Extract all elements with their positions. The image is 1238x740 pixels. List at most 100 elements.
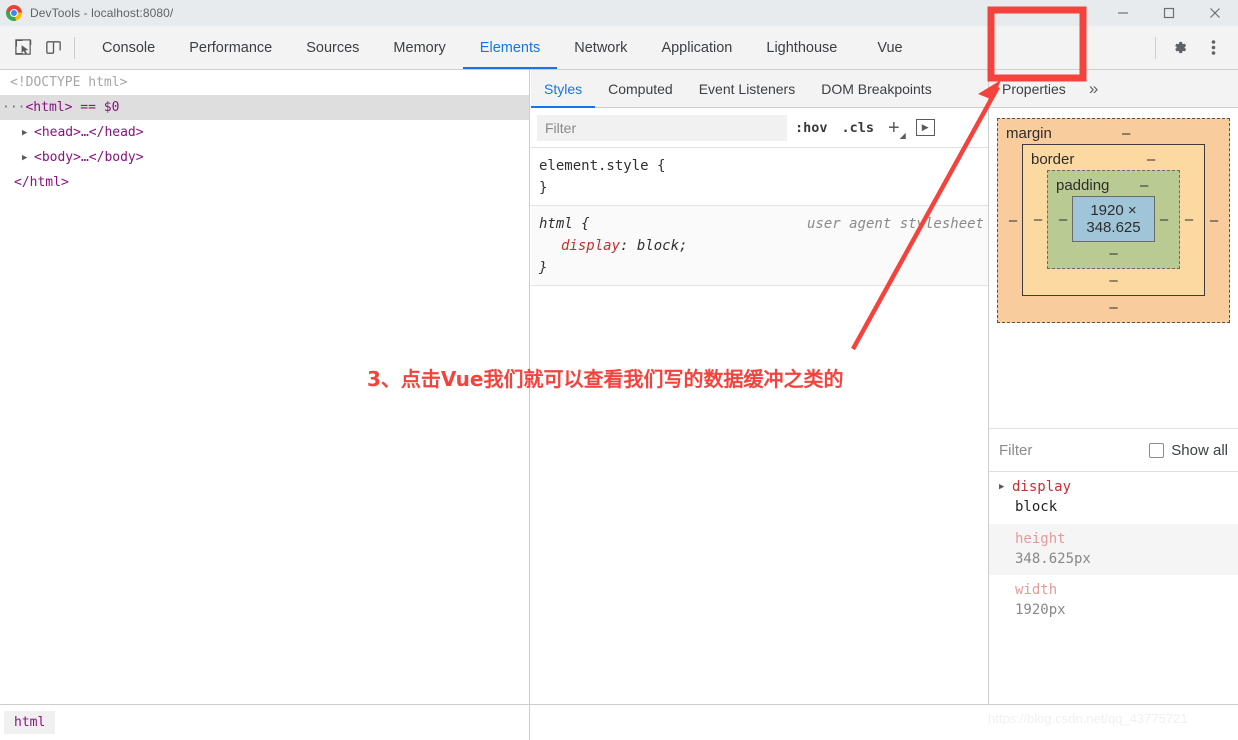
box-model-margin-bottom-value[interactable]: – [1004,299,1223,316]
tab-label: Application [661,39,733,56]
dom-row[interactable]: ▶ <body>…</body> [0,145,529,170]
tab-application[interactable]: Application [644,26,749,69]
toolbar-icon-group [0,26,85,69]
tab-lighthouse[interactable]: Lighthouse [749,26,854,69]
show-all-checkbox[interactable] [1149,442,1165,458]
box-model-border-top-value[interactable]: – [1147,151,1155,168]
box-model-border[interactable]: border – – padding – – 1920 × 348.625 – … [1022,144,1205,296]
computed-property-name: display [1012,479,1072,495]
box-model-padding-row: – 1920 × 348.625 – [1054,196,1173,242]
css-rule-element-style[interactable]: element.style { } [531,148,988,205]
tab-label: Lighthouse [766,39,838,56]
dom-row-text: </html> [14,175,69,190]
show-all-label: Show all [1171,441,1228,459]
disclosure-triangle-icon[interactable]: ▶ [22,146,34,171]
dom-row[interactable]: <!DOCTYPE html> [0,70,529,95]
label-text: margin [1006,125,1052,142]
box-model-margin-right-value[interactable]: – [1205,212,1223,229]
computed-property-value: 348.625px [1015,550,1091,567]
tab-label: Vue [877,39,903,56]
box-model-content-size[interactable]: 1920 × 348.625 [1072,196,1155,242]
computed-property-name: height [1015,530,1066,547]
computed-property-row[interactable]: ▶ display block [989,472,1238,524]
box-model-margin-top-value[interactable]: – [1122,125,1130,142]
tab-label: DOM Breakpoints [821,80,932,97]
computed-property-row[interactable]: width 1920px [989,575,1238,627]
dom-row-text: <!DOCTYPE html> [10,75,128,90]
styles-filter-input[interactable] [537,114,787,141]
hov-toggle[interactable]: :hov [795,120,828,136]
computed-property-value: 1920px [1015,602,1066,619]
toolbar-divider [74,36,75,59]
breadcrumb-item-html[interactable]: html [4,711,56,734]
tab-computed[interactable]: Computed [595,70,686,107]
computed-pane: Properties » margin – – border – – paddi… [988,70,1238,704]
css-declaration[interactable]: display: block; [539,236,988,258]
tab-console[interactable]: Console [85,26,172,69]
tab-event-listeners[interactable]: Event Listeners [686,70,809,107]
window-controls [1100,0,1238,26]
disclosure-triangle-icon[interactable]: ▶ [999,481,1012,494]
gear-icon[interactable] [1162,31,1196,65]
render-box-icon[interactable]: ▶ [915,119,935,136]
css-property-value: block; [636,238,688,255]
dom-row[interactable]: </html> [0,170,529,195]
inspect-element-icon[interactable] [8,33,38,63]
box-model-padding-right-value[interactable]: – [1155,211,1173,228]
caret-down-icon: ◢ [899,130,906,140]
tab-label: Event Listeners [698,80,796,97]
chrome-logo-icon [6,5,22,21]
css-close-brace: } [539,259,548,276]
dom-selection-marker: ··· [2,100,26,115]
tab-network[interactable]: Network [557,26,644,69]
box-model-padding-left-value[interactable]: – [1054,211,1072,228]
device-toolbar-icon[interactable] [38,33,68,63]
css-rule-html[interactable]: user agent stylesheet html { display: bl… [531,205,988,286]
box-model-border-row: – padding – – 1920 × 348.625 – – – [1029,170,1198,269]
tab-properties[interactable]: Properties [989,70,1079,107]
tab-elements[interactable]: Elements [462,26,558,69]
panel-tabs: Console Performance Sources Memory Eleme… [85,26,926,69]
styles-pane-tabs: Styles Computed Event Listeners DOM Brea… [531,70,988,108]
computed-property-row[interactable]: height 348.625px [989,523,1238,576]
tab-sources[interactable]: Sources [289,26,376,69]
tab-label: Styles [544,80,583,97]
css-colon: : [620,238,637,255]
chevron-double-right-icon[interactable]: » [1079,70,1108,107]
css-property-name: display [561,238,621,255]
minimize-icon[interactable] [1100,0,1146,26]
box-model-margin-label: margin – [1004,125,1223,142]
add-style-rule-button[interactable]: + ◢ [888,118,906,140]
box-model-padding-top-value[interactable]: – [1140,177,1148,194]
disclosure-triangle-icon[interactable]: ▶ [22,121,34,146]
computed-filter-input[interactable]: Filter [999,442,1032,459]
box-model-padding[interactable]: padding – – 1920 × 348.625 – – [1047,170,1180,269]
dom-row[interactable]: ▶ <head>…</head> [0,120,529,145]
tab-styles[interactable]: Styles [531,70,596,108]
dom-row-selected[interactable]: ···<html> == $0 [0,95,529,120]
box-model-border-left-value[interactable]: – [1029,211,1047,228]
tab-performance[interactable]: Performance [172,26,289,69]
dom-row-text: <body>…</body> [34,150,144,165]
box-model-border-bottom-value[interactable]: – [1029,272,1198,289]
box-model-diagram: margin – – border – – padding – – 1920 ×… [989,108,1238,428]
tab-label: Network [574,39,628,56]
cls-toggle[interactable]: .cls [842,120,875,136]
tab-dom-breakpoints[interactable]: DOM Breakpoints [808,70,944,107]
maximize-icon[interactable] [1146,0,1192,26]
devtools-window: DevTools - localhost:8080/ Console Perfo… [0,0,1238,740]
kebab-menu-icon[interactable] [1196,31,1230,65]
tab-memory[interactable]: Memory [376,26,462,69]
close-icon[interactable] [1192,0,1238,26]
styles-state-toggles: :hov .cls [795,120,874,136]
tab-label: Performance [189,39,273,56]
show-all-control[interactable]: Show all [1149,442,1228,459]
box-model-margin[interactable]: margin – – border – – padding – – 1920 ×… [997,118,1230,323]
box-model-margin-left-value[interactable]: – [1004,212,1022,229]
box-model-padding-bottom-value[interactable]: – [1054,245,1173,262]
box-model-border-right-value[interactable]: – [1180,211,1198,228]
tab-vue[interactable]: Vue [854,26,925,69]
window-title: DevTools - localhost:8080/ [30,6,174,20]
annotation-callout-text: 3、点击Vue我们就可以查看我们写的数据缓冲之类的 [367,367,844,391]
box-model-border-label: border – [1029,151,1198,168]
